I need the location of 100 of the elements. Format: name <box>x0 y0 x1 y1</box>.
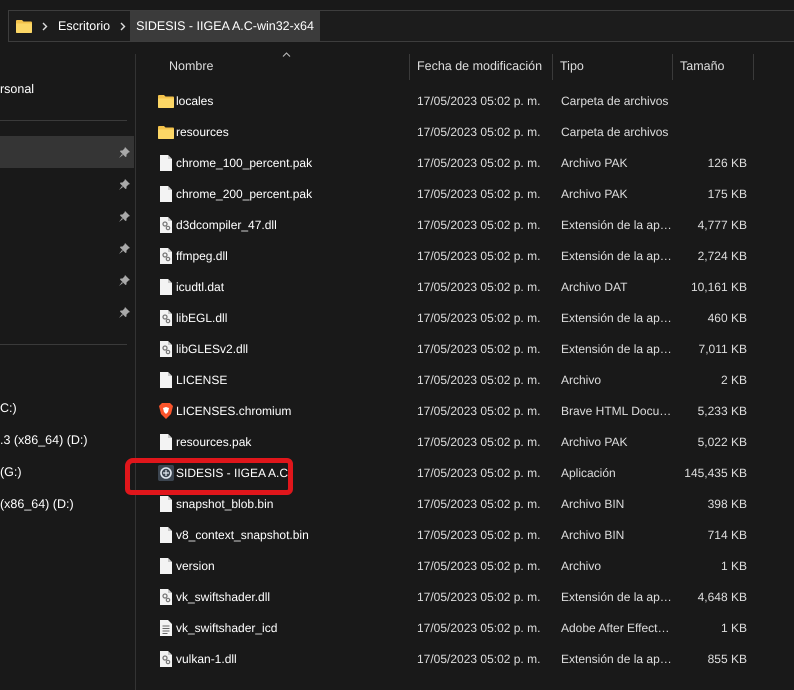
file-icon <box>160 558 172 574</box>
lion-shield-icon <box>158 402 172 418</box>
file-type: Adobe After Effect… <box>561 620 670 634</box>
file-icon <box>160 434 172 450</box>
sidebar-item[interactable]: (x86_64) (D:) <box>0 488 134 520</box>
date-modified: 17/05/2023 05:02 p. m. <box>417 218 540 232</box>
file-name[interactable]: LICENSES.chromium <box>176 404 292 418</box>
sidebar-item[interactable]: C:) <box>0 392 134 424</box>
file-name[interactable]: chrome_100_percent.pak <box>176 156 312 170</box>
sidebar-item[interactable]: rsonal <box>0 73 134 104</box>
file-size: 7,011 KB <box>698 342 747 356</box>
file-type: Archivo <box>561 558 602 572</box>
file-type: Extensión de la ap… <box>561 652 672 666</box>
file-type: Archivo DAT <box>561 280 628 294</box>
pin-icon[interactable] <box>119 178 130 190</box>
gear-file-icon <box>160 248 172 264</box>
date-modified: 17/05/2023 05:02 p. m. <box>417 124 540 138</box>
pin-icon[interactable] <box>119 146 130 158</box>
file-name[interactable]: d3dcompiler_47.dll <box>176 218 277 232</box>
text-file-icon <box>160 620 172 636</box>
date-modified: 17/05/2023 05:02 p. m. <box>417 652 540 666</box>
file-icon <box>160 526 172 542</box>
date-modified: 17/05/2023 05:02 p. m. <box>417 620 540 634</box>
folder-icon <box>158 94 174 108</box>
file-type: Archivo PAK <box>561 156 628 170</box>
file-name[interactable]: v8_context_snapshot.bin <box>176 528 309 542</box>
file-name[interactable]: vulkan-1.dll <box>176 652 237 666</box>
file-size: 855 KB <box>708 652 747 666</box>
file-type: Extensión de la ap… <box>561 310 672 324</box>
file-name[interactable]: libEGL.dll <box>176 310 228 324</box>
file-size: 126 KB <box>708 156 747 170</box>
date-modified: 17/05/2023 05:02 p. m. <box>417 404 540 418</box>
date-modified: 17/05/2023 05:02 p. m. <box>417 156 540 170</box>
file-size: 714 KB <box>708 528 747 542</box>
file-name[interactable]: vk_swiftshader_icd <box>176 620 278 634</box>
pin-icon[interactable] <box>119 306 130 318</box>
file-type: Archivo PAK <box>561 434 628 448</box>
file-type: Aplicación <box>561 466 616 480</box>
file-size: 145,435 KB <box>684 466 747 480</box>
folder-icon <box>16 19 32 33</box>
file-size: 4,777 KB <box>698 218 747 232</box>
file-size: 1 KB <box>720 620 747 634</box>
file-size: 398 KB <box>708 496 747 510</box>
file-type: Brave HTML Docu… <box>561 404 672 418</box>
date-modified: 17/05/2023 05:02 p. m. <box>417 558 540 572</box>
date-modified: 17/05/2023 05:02 p. m. <box>417 496 540 510</box>
date-modified: 17/05/2023 05:02 p. m. <box>417 342 540 356</box>
file-name[interactable]: resources.pak <box>176 434 252 448</box>
file-type: Extensión de la ap… <box>561 248 672 262</box>
file-name[interactable]: libGLESv2.dll <box>176 342 248 356</box>
file-type: Archivo PAK <box>561 186 628 200</box>
file-name[interactable]: version <box>176 558 215 572</box>
file-name[interactable]: ffmpeg.dll <box>176 248 228 262</box>
folder-icon <box>158 124 174 138</box>
address-bar[interactable]: Escritorio SIDESIS - IIGEA A.C-win32-x64 <box>8 10 794 42</box>
file-name[interactable]: locales <box>176 94 214 108</box>
file-name[interactable]: snapshot_blob.bin <box>176 496 274 510</box>
pin-icon[interactable] <box>119 242 130 254</box>
file-icon <box>160 154 172 170</box>
breadcrumb-item[interactable]: SIDESIS - IIGEA A.C-win32-x64 <box>130 11 320 41</box>
pin-icon[interactable] <box>119 274 130 286</box>
chevron-icon <box>42 22 48 30</box>
sidebar-item[interactable]: (G:) <box>0 456 134 488</box>
file-icon <box>160 496 172 512</box>
file-name[interactable]: resources <box>176 124 229 138</box>
column-header[interactable]: Nombre <box>140 54 410 80</box>
file-size: 2 KB <box>720 372 747 386</box>
file-name[interactable]: icudtl.dat <box>176 280 224 294</box>
file-name[interactable]: LICENSE <box>176 372 228 386</box>
file-size: 175 KB <box>708 186 747 200</box>
gear-file-icon <box>160 310 172 326</box>
file-size: 4,648 KB <box>698 590 747 604</box>
file-size: 2,724 KB <box>698 248 747 262</box>
date-modified: 17/05/2023 05:02 p. m. <box>417 310 540 324</box>
file-type: Extensión de la ap… <box>561 218 672 232</box>
date-modified: 17/05/2023 05:02 p. m. <box>417 280 540 294</box>
gear-file-icon <box>160 650 172 666</box>
column-header[interactable]: Fecha de modificación <box>410 54 553 80</box>
column-header[interactable]: Tamaño <box>673 54 754 80</box>
file-size: 5,233 KB <box>698 404 747 418</box>
file-type: Archivo BIN <box>561 528 624 542</box>
file-name[interactable]: vk_swiftshader.dll <box>176 590 270 604</box>
pin-icon[interactable] <box>119 210 130 222</box>
file-size: 10,161 KB <box>690 280 747 294</box>
file-name[interactable]: SIDESIS - IIGEA A.C <box>176 466 288 480</box>
file-icon <box>160 372 172 388</box>
file-type: Archivo BIN <box>561 496 624 510</box>
chevron-icon <box>120 22 126 30</box>
file-type: Extensión de la ap… <box>561 590 672 604</box>
file-name[interactable]: chrome_200_percent.pak <box>176 186 312 200</box>
gear-file-icon <box>160 216 172 232</box>
date-modified: 17/05/2023 05:02 p. m. <box>417 466 540 480</box>
file-size: 5,022 KB <box>698 434 747 448</box>
sidebar-item[interactable]: .3 (x86_64) (D:) <box>0 424 134 456</box>
file-type: Extensión de la ap… <box>561 342 672 356</box>
date-modified: 17/05/2023 05:02 p. m. <box>417 248 540 262</box>
breadcrumb-item[interactable]: Escritorio <box>52 11 116 41</box>
date-modified: 17/05/2023 05:02 p. m. <box>417 186 540 200</box>
column-header[interactable]: Tipo <box>553 54 673 80</box>
file-icon <box>160 186 172 202</box>
